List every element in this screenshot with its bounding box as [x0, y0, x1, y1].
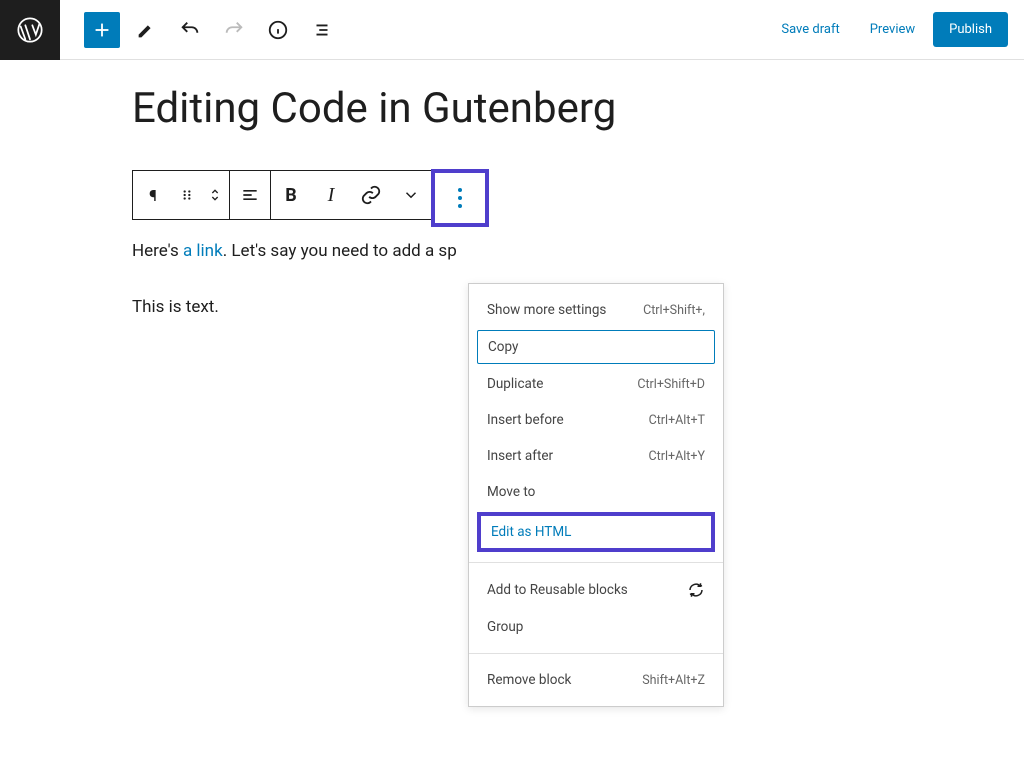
menu-label: Edit as HTML: [491, 524, 571, 540]
block-toolbar: ¶ B I: [132, 170, 433, 220]
drag-handle-icon[interactable]: [173, 172, 201, 218]
editor-canvas: Editing Code in Gutenberg ¶ B I: [0, 60, 760, 321]
info-icon[interactable]: [260, 12, 296, 48]
bold-button[interactable]: B: [271, 172, 311, 218]
edit-icon[interactable]: [128, 12, 164, 48]
menu-label: Show more settings: [487, 302, 606, 318]
wordpress-logo[interactable]: [0, 0, 60, 60]
menu-insert-before[interactable]: Insert before Ctrl+Alt+T: [469, 402, 723, 438]
menu-label: Insert before: [487, 412, 564, 428]
refresh-icon: [687, 581, 705, 599]
content-link[interactable]: a link: [183, 241, 223, 261]
menu-label: Group: [487, 619, 523, 635]
menu-copy[interactable]: Copy: [477, 330, 715, 364]
menu-duplicate[interactable]: Duplicate Ctrl+Shift+D: [469, 366, 723, 402]
shortcut: Ctrl+Alt+Y: [649, 449, 705, 464]
preview-button[interactable]: Preview: [858, 14, 927, 45]
menu-label: Duplicate: [487, 376, 543, 392]
redo-icon: [216, 12, 252, 48]
more-options-button[interactable]: [431, 169, 489, 227]
shortcut: Ctrl+Shift+D: [637, 377, 705, 392]
toolbar-right: Save draft Preview Publish: [769, 12, 1008, 47]
toolbar-left: [84, 12, 340, 48]
menu-group[interactable]: Group: [469, 609, 723, 645]
outline-icon[interactable]: [304, 12, 340, 48]
menu-remove-block[interactable]: Remove block Shift+Alt+Z: [469, 662, 723, 698]
more-vertical-icon: [458, 188, 462, 208]
chevron-down-icon[interactable]: [391, 172, 431, 218]
move-arrows-icon[interactable]: [201, 172, 229, 218]
link-button[interactable]: [351, 172, 391, 218]
publish-button[interactable]: Publish: [933, 12, 1008, 47]
align-icon[interactable]: [230, 172, 270, 218]
menu-edit-as-html[interactable]: Edit as HTML: [477, 512, 715, 552]
block-options-menu: Show more settings Ctrl+Shift+, Copy Dup…: [468, 283, 724, 707]
post-title[interactable]: Editing Code in Gutenberg: [132, 84, 760, 134]
menu-insert-after[interactable]: Insert after Ctrl+Alt+Y: [469, 438, 723, 474]
text: Here's: [132, 241, 183, 261]
menu-move-to[interactable]: Move to: [469, 474, 723, 510]
shortcut: Ctrl+Alt+T: [649, 413, 705, 428]
italic-button[interactable]: I: [311, 172, 351, 218]
menu-show-more-settings[interactable]: Show more settings Ctrl+Shift+,: [469, 292, 723, 328]
menu-add-reusable[interactable]: Add to Reusable blocks: [469, 571, 723, 609]
menu-label: Add to Reusable blocks: [487, 582, 628, 598]
add-block-button[interactable]: [84, 12, 120, 48]
paragraph-block-1[interactable]: Here's a link. Let's say you need to add…: [132, 238, 760, 265]
text: . Let's say you need to add a sp: [223, 241, 457, 261]
menu-label: Remove block: [487, 672, 571, 688]
shortcut: Shift+Alt+Z: [642, 673, 705, 688]
undo-icon[interactable]: [172, 12, 208, 48]
top-toolbar: Save draft Preview Publish: [0, 0, 1024, 60]
save-draft-button[interactable]: Save draft: [769, 14, 851, 45]
menu-label: Copy: [488, 339, 518, 355]
shortcut: Ctrl+Shift+,: [643, 303, 705, 318]
paragraph-icon[interactable]: ¶: [133, 172, 173, 218]
menu-label: Move to: [487, 484, 535, 500]
menu-label: Insert after: [487, 448, 553, 464]
